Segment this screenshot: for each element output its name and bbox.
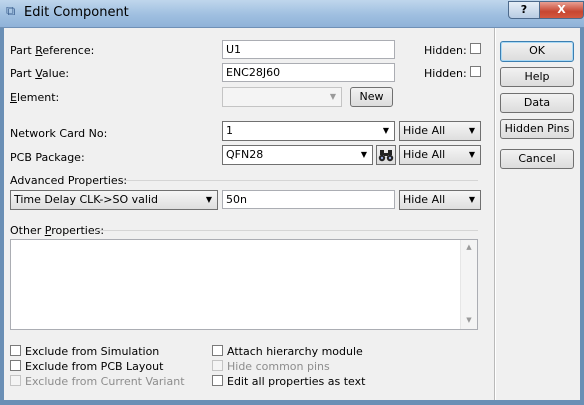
close-button[interactable]: X [539, 1, 584, 19]
part-value-hidden-label: Hidden: [424, 67, 467, 80]
exclude-simulation-label: Exclude from Simulation [25, 345, 160, 358]
exclude-variant-checkbox[interactable] [10, 375, 21, 386]
ok-button[interactable]: OK [500, 41, 574, 62]
network-card-visibility-select[interactable]: Hide All ▼ [399, 121, 481, 141]
other-properties-label: Other Properties: [10, 224, 105, 237]
edit-as-text-label: Edit all properties as text [227, 375, 366, 388]
part-reference-hidden-checkbox[interactable] [470, 43, 481, 54]
part-value-input[interactable]: ENC28J60 [222, 63, 395, 82]
chevron-down-icon: ▼ [360, 150, 368, 159]
chevron-down-icon: ▼ [382, 126, 390, 135]
window-title: Edit Component [24, 5, 129, 20]
scroll-up-icon[interactable]: ▲ [461, 243, 477, 251]
title-bar: ⧉ Edit Component ? X [0, 0, 584, 28]
element-select[interactable]: ▼ [222, 87, 342, 107]
exclude-pcb-label: Exclude from PCB Layout [25, 360, 164, 373]
new-element-button[interactable]: New [350, 87, 393, 107]
cancel-button[interactable]: Cancel [500, 149, 574, 169]
help-button[interactable]: Help [500, 67, 574, 87]
vertical-scrollbar[interactable]: ▲ ▼ [460, 240, 477, 329]
part-reference-hidden-label: Hidden: [424, 44, 467, 57]
component-icon: ⧉ [6, 4, 16, 19]
binoculars-icon [378, 150, 394, 162]
advanced-value-input[interactable]: 50n [222, 190, 395, 209]
chevron-down-icon: ▼ [468, 150, 476, 159]
separator-line [122, 180, 478, 181]
pcb-package-visibility-select[interactable]: Hide All ▼ [399, 145, 481, 165]
pcb-package-label: PCB Package: [10, 151, 85, 164]
advanced-property-select[interactable]: Time Delay CLK->SO valid ▼ [10, 190, 218, 210]
package-browse-button[interactable] [376, 145, 396, 165]
part-value-hidden-checkbox[interactable] [470, 66, 481, 77]
separator-line [96, 230, 478, 231]
hide-common-pins-checkbox[interactable] [212, 360, 223, 371]
element-label: Element: [10, 91, 60, 104]
chevron-down-icon: ▼ [468, 126, 476, 135]
pcb-package-select[interactable]: QFN28 ▼ [222, 145, 373, 165]
scroll-down-icon[interactable]: ▼ [461, 316, 477, 324]
attach-hierarchy-label: Attach hierarchy module [227, 345, 363, 358]
data-button[interactable]: Data [500, 93, 574, 113]
chevron-down-icon: ▼ [468, 195, 476, 204]
dialog-body: Part Reference: U1 Hidden: Part Value: E… [4, 28, 580, 400]
part-value-label: Part Value: [10, 67, 70, 80]
chevron-down-icon: ▼ [329, 92, 337, 101]
other-properties-textarea[interactable]: ▲ ▼ [10, 239, 478, 330]
advanced-properties-label: Advanced Properties: [10, 174, 128, 187]
attach-hierarchy-checkbox[interactable] [212, 345, 223, 356]
hide-common-pins-label: Hide common pins [227, 360, 330, 373]
exclude-pcb-checkbox[interactable] [10, 360, 21, 371]
edit-as-text-checkbox[interactable] [212, 375, 223, 386]
part-reference-input[interactable]: U1 [222, 40, 395, 59]
help-title-button[interactable]: ? [508, 1, 540, 19]
part-reference-label: Part Reference: [10, 44, 95, 57]
network-card-label: Network Card No: [10, 127, 108, 140]
hidden-pins-button[interactable]: Hidden Pins [500, 119, 574, 139]
network-card-select[interactable]: 1 ▼ [222, 121, 395, 141]
exclude-simulation-checkbox[interactable] [10, 345, 21, 356]
vertical-divider [494, 28, 496, 400]
exclude-variant-label: Exclude from Current Variant [25, 375, 185, 388]
chevron-down-icon: ▼ [205, 195, 213, 204]
advanced-visibility-select[interactable]: Hide All ▼ [399, 190, 481, 210]
